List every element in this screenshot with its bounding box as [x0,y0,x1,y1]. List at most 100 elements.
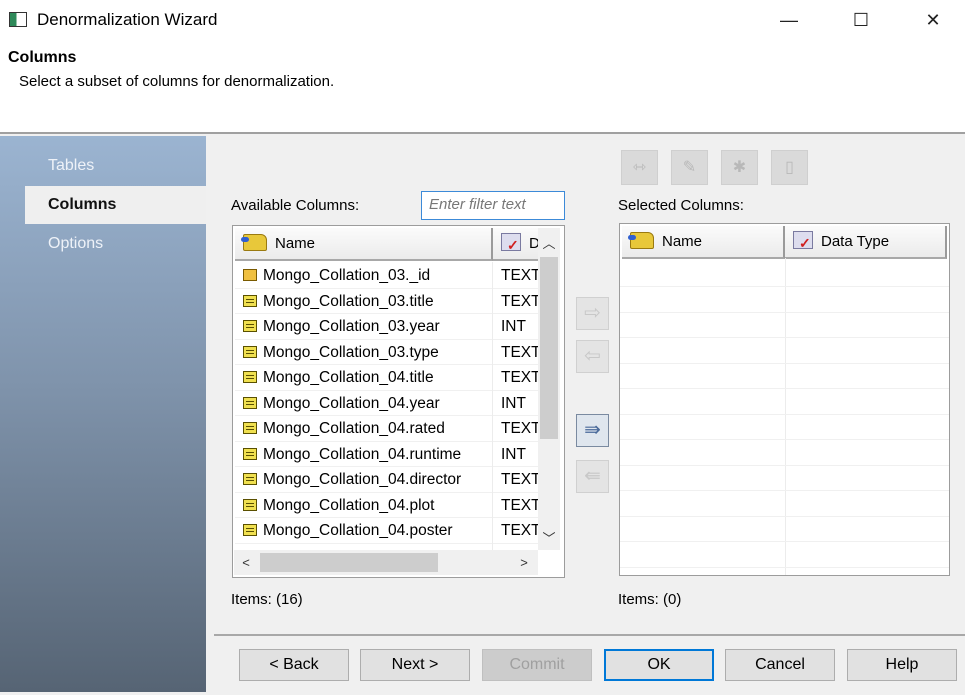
remove-all-columns-button[interactable]: ⇚ [576,460,609,493]
table-row[interactable]: Mongo_Collation_04.plot TEXT [235,493,539,518]
column-type: TEXT [501,292,539,310]
table-row[interactable]: Mongo_Collation_03.type TEXT [235,340,539,365]
column-name: Mongo_Collation_03._id [243,263,495,288]
cancel-button[interactable]: Cancel [725,649,835,681]
horizontal-scroll-thumb[interactable] [260,553,438,572]
selected-columns-label: Selected Columns: [618,197,744,214]
grid-line [620,362,949,364]
sidebar-item-columns[interactable]: Columns [25,186,206,224]
column-name: Mongo_Collation_04.director [243,467,495,492]
column-header-data-type[interactable]: Data Type [785,226,947,259]
sidebar-item-options[interactable]: Options [25,225,206,263]
selected-items-count: Items: (0) [618,591,682,608]
table-row[interactable]: Mongo_Collation_04.runtime INT [235,442,539,467]
field-icon [243,345,257,358]
vertical-scroll-thumb[interactable] [540,257,558,439]
grid-line [620,464,949,466]
column-name: Mongo_Collation_03.title [243,289,495,314]
table-row[interactable]: Mongo_Collation_04.title TEXT [235,365,539,391]
available-items-count: Items: (16) [231,591,303,608]
help-button[interactable]: Help [847,649,957,681]
selected-columns-list[interactable]: Name Data Type [619,223,950,576]
maximize-button[interactable]: ☐ [838,5,884,35]
column-type: TEXT [501,496,539,514]
grid-line [620,337,949,338]
delete-icon[interactable]: ▯ [771,150,808,185]
column-type: INT [501,394,526,412]
column-type: INT [501,445,526,463]
new-icon[interactable]: ✱ [721,150,758,185]
column-type: TEXT [501,369,539,386]
column-type: TEXT [501,522,539,539]
table-row[interactable]: Mongo_Collation_04.director TEXT [235,467,539,493]
table-row[interactable]: Mongo_Collation_04.poster TEXT [235,518,539,544]
remove-column-button[interactable]: ⇦ [576,340,609,373]
divider [214,634,965,636]
ok-button[interactable]: OK [604,649,714,681]
add-column-button[interactable]: ⇨ [576,297,609,330]
key-field-icon [243,269,257,281]
field-icon [243,473,257,485]
table-row[interactable]: Mongo_Collation_03._id TEXT [235,263,539,289]
scroll-right-icon[interactable]: > [514,555,534,570]
column-type: INT [501,318,526,335]
filter-input[interactable]: Enter filter text [421,191,565,220]
column-divider [492,262,493,550]
page-title: Columns [8,49,77,66]
grid-line [620,541,949,542]
grid-line [620,413,949,415]
column-header-name[interactable]: Name [622,226,785,259]
grid-line [620,439,949,440]
field-icon [243,422,257,434]
table-row[interactable]: Mongo_Collation_04.year INT [235,391,539,416]
column-name: Mongo_Collation_04.title [243,365,495,390]
sidebar-item-tables[interactable]: Tables [25,147,206,185]
move-columns-icon[interactable]: ⇿ [621,150,658,185]
column-type: TEXT [501,420,539,437]
grid-line [620,490,949,491]
field-icon [243,447,257,460]
scroll-left-icon[interactable]: < [236,555,256,570]
close-button[interactable]: ✕ [910,5,956,35]
field-icon [243,320,257,332]
table-row[interactable]: Mongo_Collation_04.rated TEXT [235,416,539,442]
column-name: Mongo_Collation_03.year [243,314,495,339]
minimize-button[interactable]: — [766,5,812,35]
scroll-up-icon[interactable]: ︿ [539,233,559,252]
column-name: Mongo_Collation_04.year [243,391,495,416]
column-name: Mongo_Collation_04.plot [243,493,495,518]
page-subtitle: Select a subset of columns for denormali… [19,73,335,90]
column-type: TEXT [501,267,539,284]
data-type-icon [501,230,521,259]
field-icon [243,371,257,383]
scroll-down-icon[interactable]: ﹀ [539,528,559,547]
column-type: TEXT [501,471,539,488]
name-column-icon [628,232,654,249]
back-button[interactable]: < Back [239,649,349,681]
column-name: Mongo_Collation_04.rated [243,416,495,441]
app-icon [9,12,27,27]
grid-line [620,311,949,313]
available-columns-label: Available Columns: [231,197,360,214]
grid-line [620,566,949,568]
grid-line [620,515,949,517]
window-title: Denormalization Wizard [37,10,218,29]
table-row[interactable]: Mongo_Collation_03.year INT [235,314,539,340]
commit-button[interactable]: Commit [482,649,592,681]
column-header-data-type[interactable]: D [493,228,539,261]
field-icon [243,294,257,307]
available-columns-list[interactable]: Name D Mongo_Collation_03._idTEXTMongo_C… [232,225,565,578]
edit-icon[interactable]: ✎ [671,150,708,185]
field-icon [243,498,257,511]
column-type: TEXT [501,343,539,361]
column-name: Mongo_Collation_04.poster [243,518,495,543]
add-all-columns-button[interactable]: ⇛ [576,414,609,447]
column-header-name[interactable]: Name [235,228,493,261]
grid-line [620,388,949,389]
column-name: Mongo_Collation_03.type [243,340,495,365]
table-row[interactable]: Mongo_Collation_03.title TEXT [235,289,539,314]
data-type-icon [793,228,813,257]
field-icon [243,396,257,409]
next-button[interactable]: Next > [360,649,470,681]
name-column-icon [241,234,267,251]
